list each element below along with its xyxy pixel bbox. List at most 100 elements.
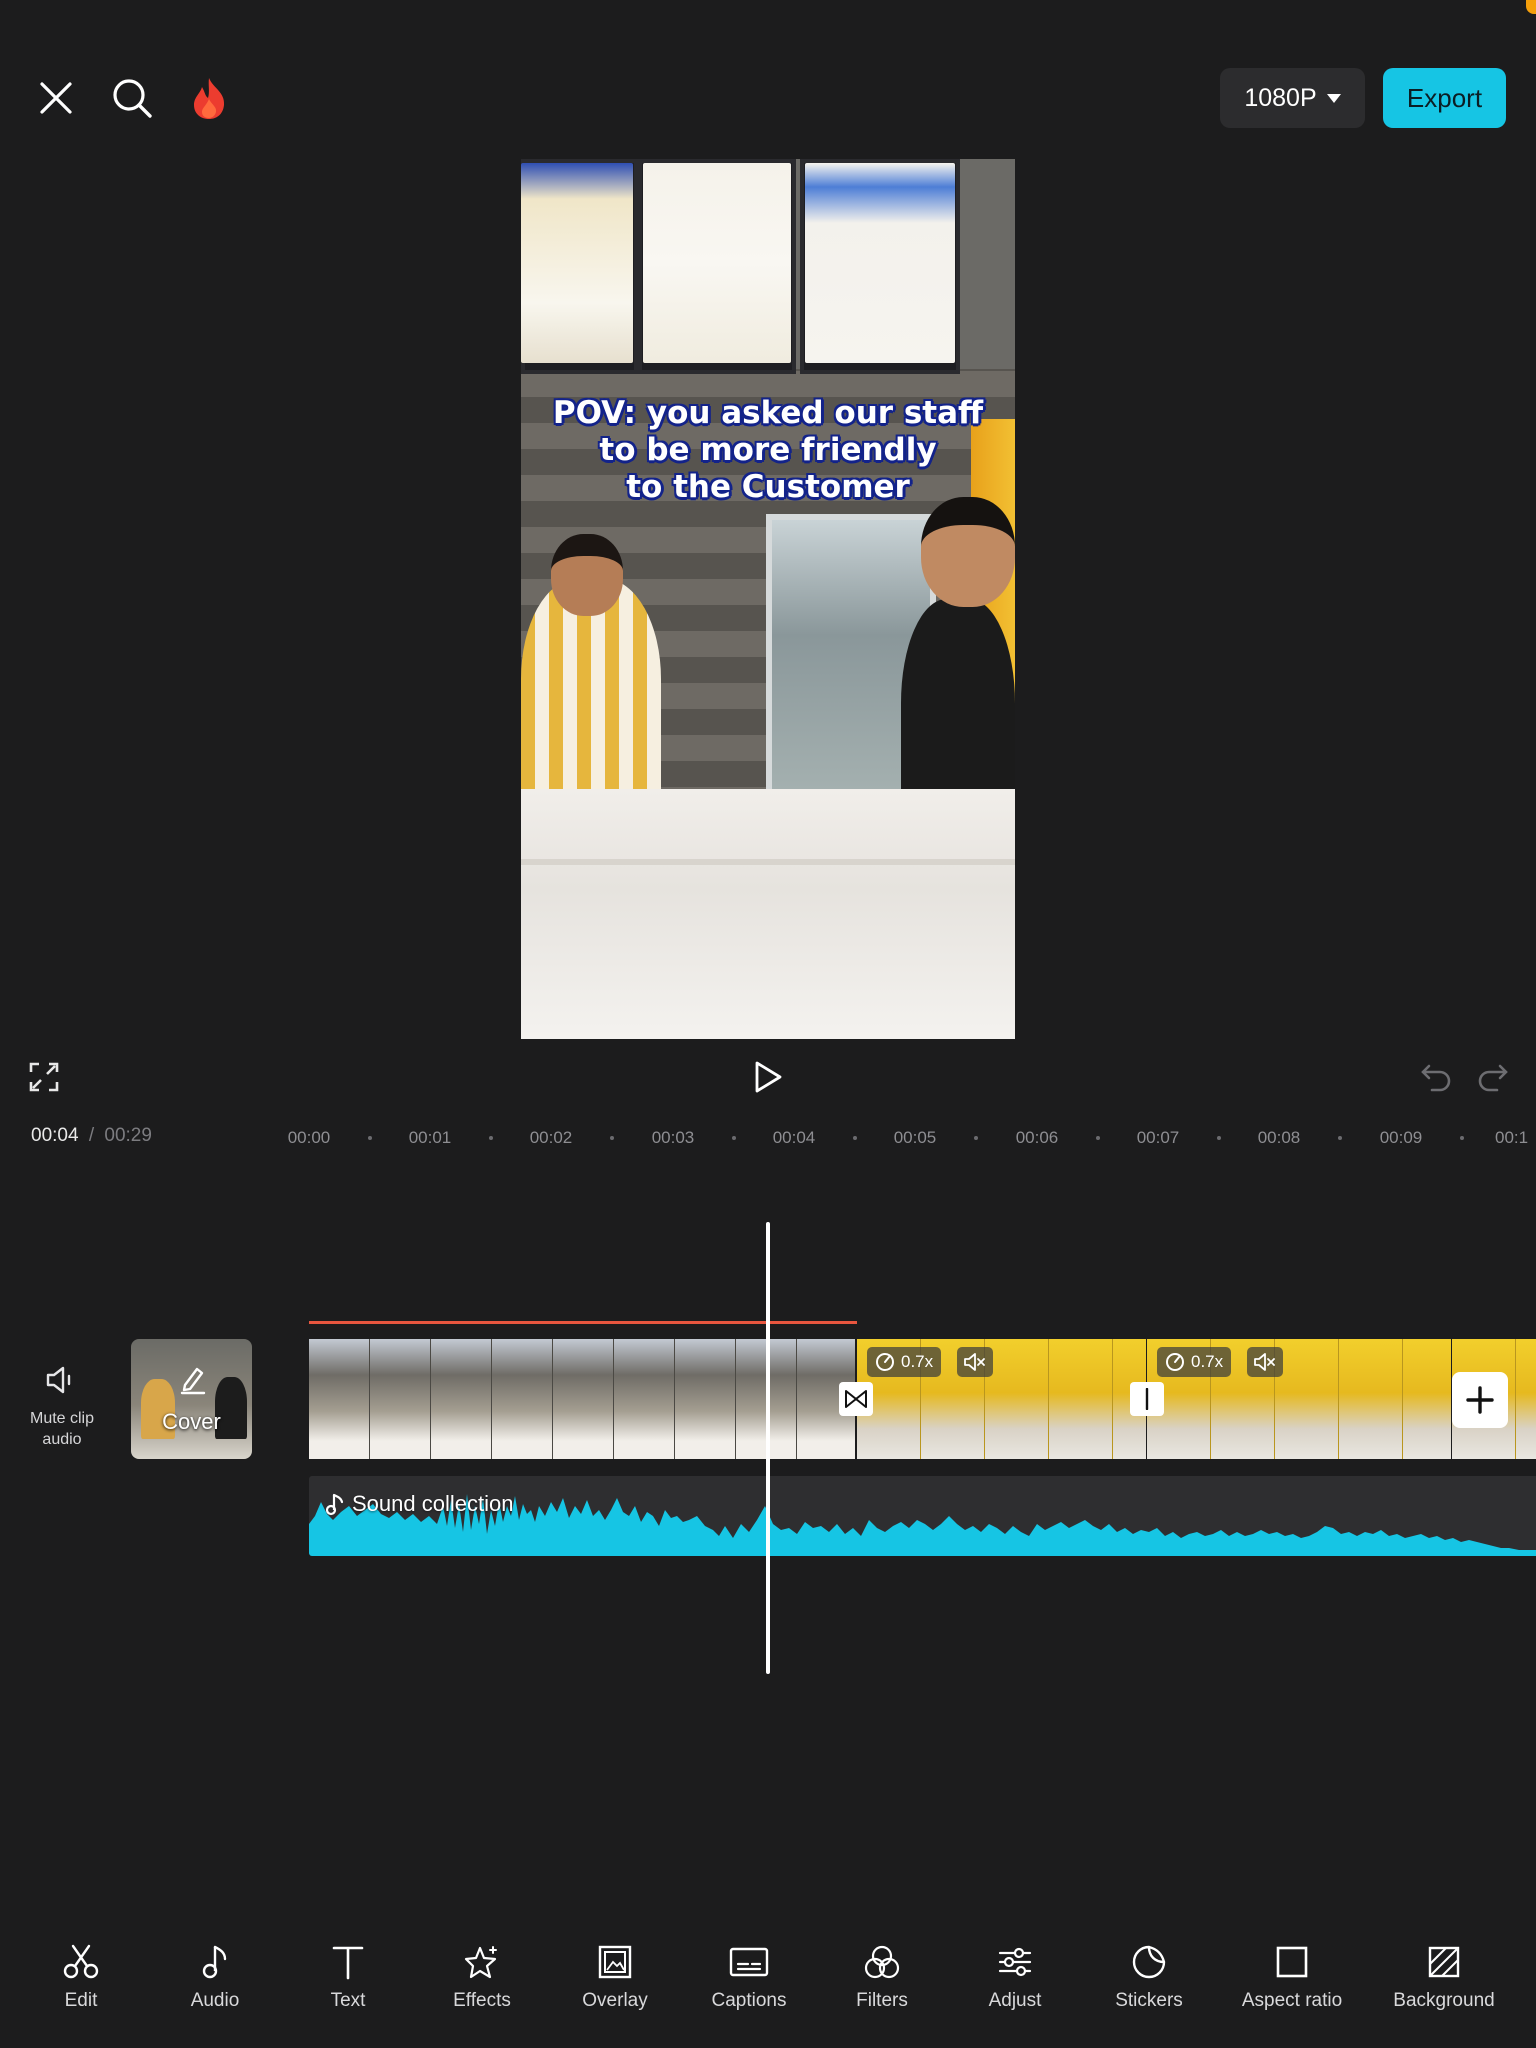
video-clip-3[interactable]: 0.7x — [1147, 1339, 1451, 1459]
clip-frame — [553, 1339, 614, 1459]
current-time: 00:04 — [31, 1125, 79, 1146]
ruler-tick: 00:00 — [287, 1128, 331, 1147]
video-caption-text: POV: you asked our staff to be more frie… — [521, 395, 1015, 506]
clip-speed-label: 0.7x — [1191, 1352, 1224, 1371]
tool-label: Audio — [190, 1990, 240, 2011]
undo-icon — [1421, 1064, 1451, 1092]
preview-counter-edge — [521, 859, 1015, 865]
muted-speaker-icon — [964, 1353, 985, 1371]
flame-icon — [194, 78, 225, 119]
clip-frame — [492, 1339, 553, 1459]
ruler-dot — [974, 1136, 978, 1140]
ruler-tick: 00:08 — [1257, 1128, 1301, 1147]
sliders-icon — [998, 1947, 1032, 1977]
tool-label: Stickers — [1115, 1990, 1183, 2011]
transition-button-1[interactable] — [839, 1382, 873, 1416]
video-preview[interactable]: POV: you asked our staff to be more frie… — [521, 159, 1015, 1039]
tool-text[interactable]: Text — [281, 1944, 415, 2024]
menu-panel-3 — [805, 163, 955, 363]
tool-label: Background — [1393, 1990, 1495, 2011]
clip-frame — [1049, 1339, 1113, 1459]
clip-selection-line — [309, 1321, 857, 1324]
tool-label: Adjust — [988, 1990, 1042, 2011]
fullscreen-icon — [29, 1062, 59, 1092]
clip-frame — [675, 1339, 736, 1459]
resolution-dropdown[interactable]: 1080P — [1220, 68, 1365, 128]
tool-filters[interactable]: Filters — [815, 1944, 949, 2024]
tool-overlay[interactable]: Overlay — [548, 1944, 682, 2024]
redo-button[interactable] — [1468, 1052, 1518, 1102]
clip-frame — [985, 1339, 1049, 1459]
resolution-label: 1080P — [1244, 83, 1317, 112]
sparkle-star-icon — [464, 1946, 497, 1979]
ruler-tick: 00:07 — [1136, 1128, 1180, 1147]
sticker-icon — [1132, 1945, 1166, 1979]
ruler-dot — [732, 1136, 736, 1140]
status-dot — [1526, 0, 1536, 14]
plus-icon — [1466, 1386, 1494, 1414]
export-button[interactable]: Export — [1383, 68, 1506, 128]
ruler-tick: 00:1 — [1495, 1128, 1529, 1147]
transition-icon — [845, 1390, 867, 1408]
mute-clip-audio-button[interactable] — [37, 1355, 87, 1405]
filters-icon — [864, 1945, 900, 1979]
aspect-ratio-icon — [1276, 1946, 1308, 1978]
tool-aspect-ratio[interactable]: Aspect ratio — [1225, 1944, 1359, 2024]
redo-icon — [1478, 1064, 1508, 1092]
mute-clip-audio-label: Mute clip audio — [29, 1410, 95, 1448]
tool-label: Filters — [856, 1990, 908, 2011]
tool-label: Text — [330, 1990, 366, 2011]
clip-frame — [1275, 1339, 1339, 1459]
caption-line-1: POV: you asked our staff — [552, 395, 984, 431]
music-note-icon — [202, 1945, 227, 1979]
tool-label: Effects — [453, 1990, 511, 2011]
menu-panel-2 — [643, 163, 791, 363]
speaker-icon — [46, 1366, 71, 1394]
overlay-image-icon — [598, 1945, 632, 1979]
caption-line-2: to be more friendly — [599, 432, 937, 468]
caption-line-3: to the Customer — [626, 469, 910, 505]
playhead[interactable] — [766, 1222, 770, 1674]
video-clip-2[interactable]: 0.7x — [857, 1339, 1146, 1459]
undo-button[interactable] — [1411, 1052, 1461, 1102]
background-icon — [1428, 1946, 1460, 1978]
total-time: 00:29 — [104, 1125, 152, 1146]
tool-edit[interactable]: Edit — [14, 1944, 148, 2024]
clip-speed-label: 0.7x — [901, 1352, 934, 1371]
audio-track[interactable]: Sound collection — [309, 1476, 1536, 1556]
clip-frame — [370, 1339, 431, 1459]
tool-captions[interactable]: Captions — [682, 1944, 816, 2024]
tool-stickers[interactable]: Stickers — [1082, 1944, 1216, 2024]
text-icon — [332, 1946, 364, 1980]
tool-label: Overlay — [582, 1990, 648, 2011]
play-icon — [755, 1061, 782, 1093]
add-clip-button[interactable] — [1452, 1372, 1508, 1428]
transition-button-2[interactable] — [1130, 1382, 1164, 1416]
video-clip-1[interactable] — [309, 1339, 855, 1459]
ruler-tick: 00:05 — [893, 1128, 937, 1147]
speed-gauge-icon — [1166, 1353, 1184, 1371]
ruler-dot — [1096, 1136, 1100, 1140]
ruler-tick: 00:04 — [772, 1128, 816, 1147]
tool-effects[interactable]: Effects — [415, 1944, 549, 2024]
search-button[interactable] — [107, 73, 157, 123]
tool-adjust[interactable]: Adjust — [948, 1944, 1082, 2024]
ruler-tick: 00:09 — [1379, 1128, 1423, 1147]
clip-frame — [309, 1339, 370, 1459]
clip-frame — [1516, 1339, 1536, 1459]
clip-frame — [1339, 1339, 1403, 1459]
ruler-dot — [1217, 1136, 1221, 1140]
cover-button[interactable]: Cover — [131, 1339, 252, 1459]
close-button[interactable] — [31, 73, 81, 123]
trending-button[interactable] — [184, 73, 234, 123]
music-note-icon — [326, 1493, 344, 1516]
preview-counter — [521, 789, 1015, 1039]
speed-gauge-icon — [876, 1353, 894, 1371]
muted-speaker-icon — [1254, 1353, 1275, 1371]
ruler-dot — [610, 1136, 614, 1140]
tool-audio[interactable]: Audio — [148, 1944, 282, 2024]
tool-label: Aspect ratio — [1241, 1990, 1343, 2011]
play-button[interactable] — [743, 1052, 793, 1102]
fullscreen-button[interactable] — [19, 1052, 69, 1102]
tool-background[interactable]: Background — [1377, 1944, 1511, 2024]
